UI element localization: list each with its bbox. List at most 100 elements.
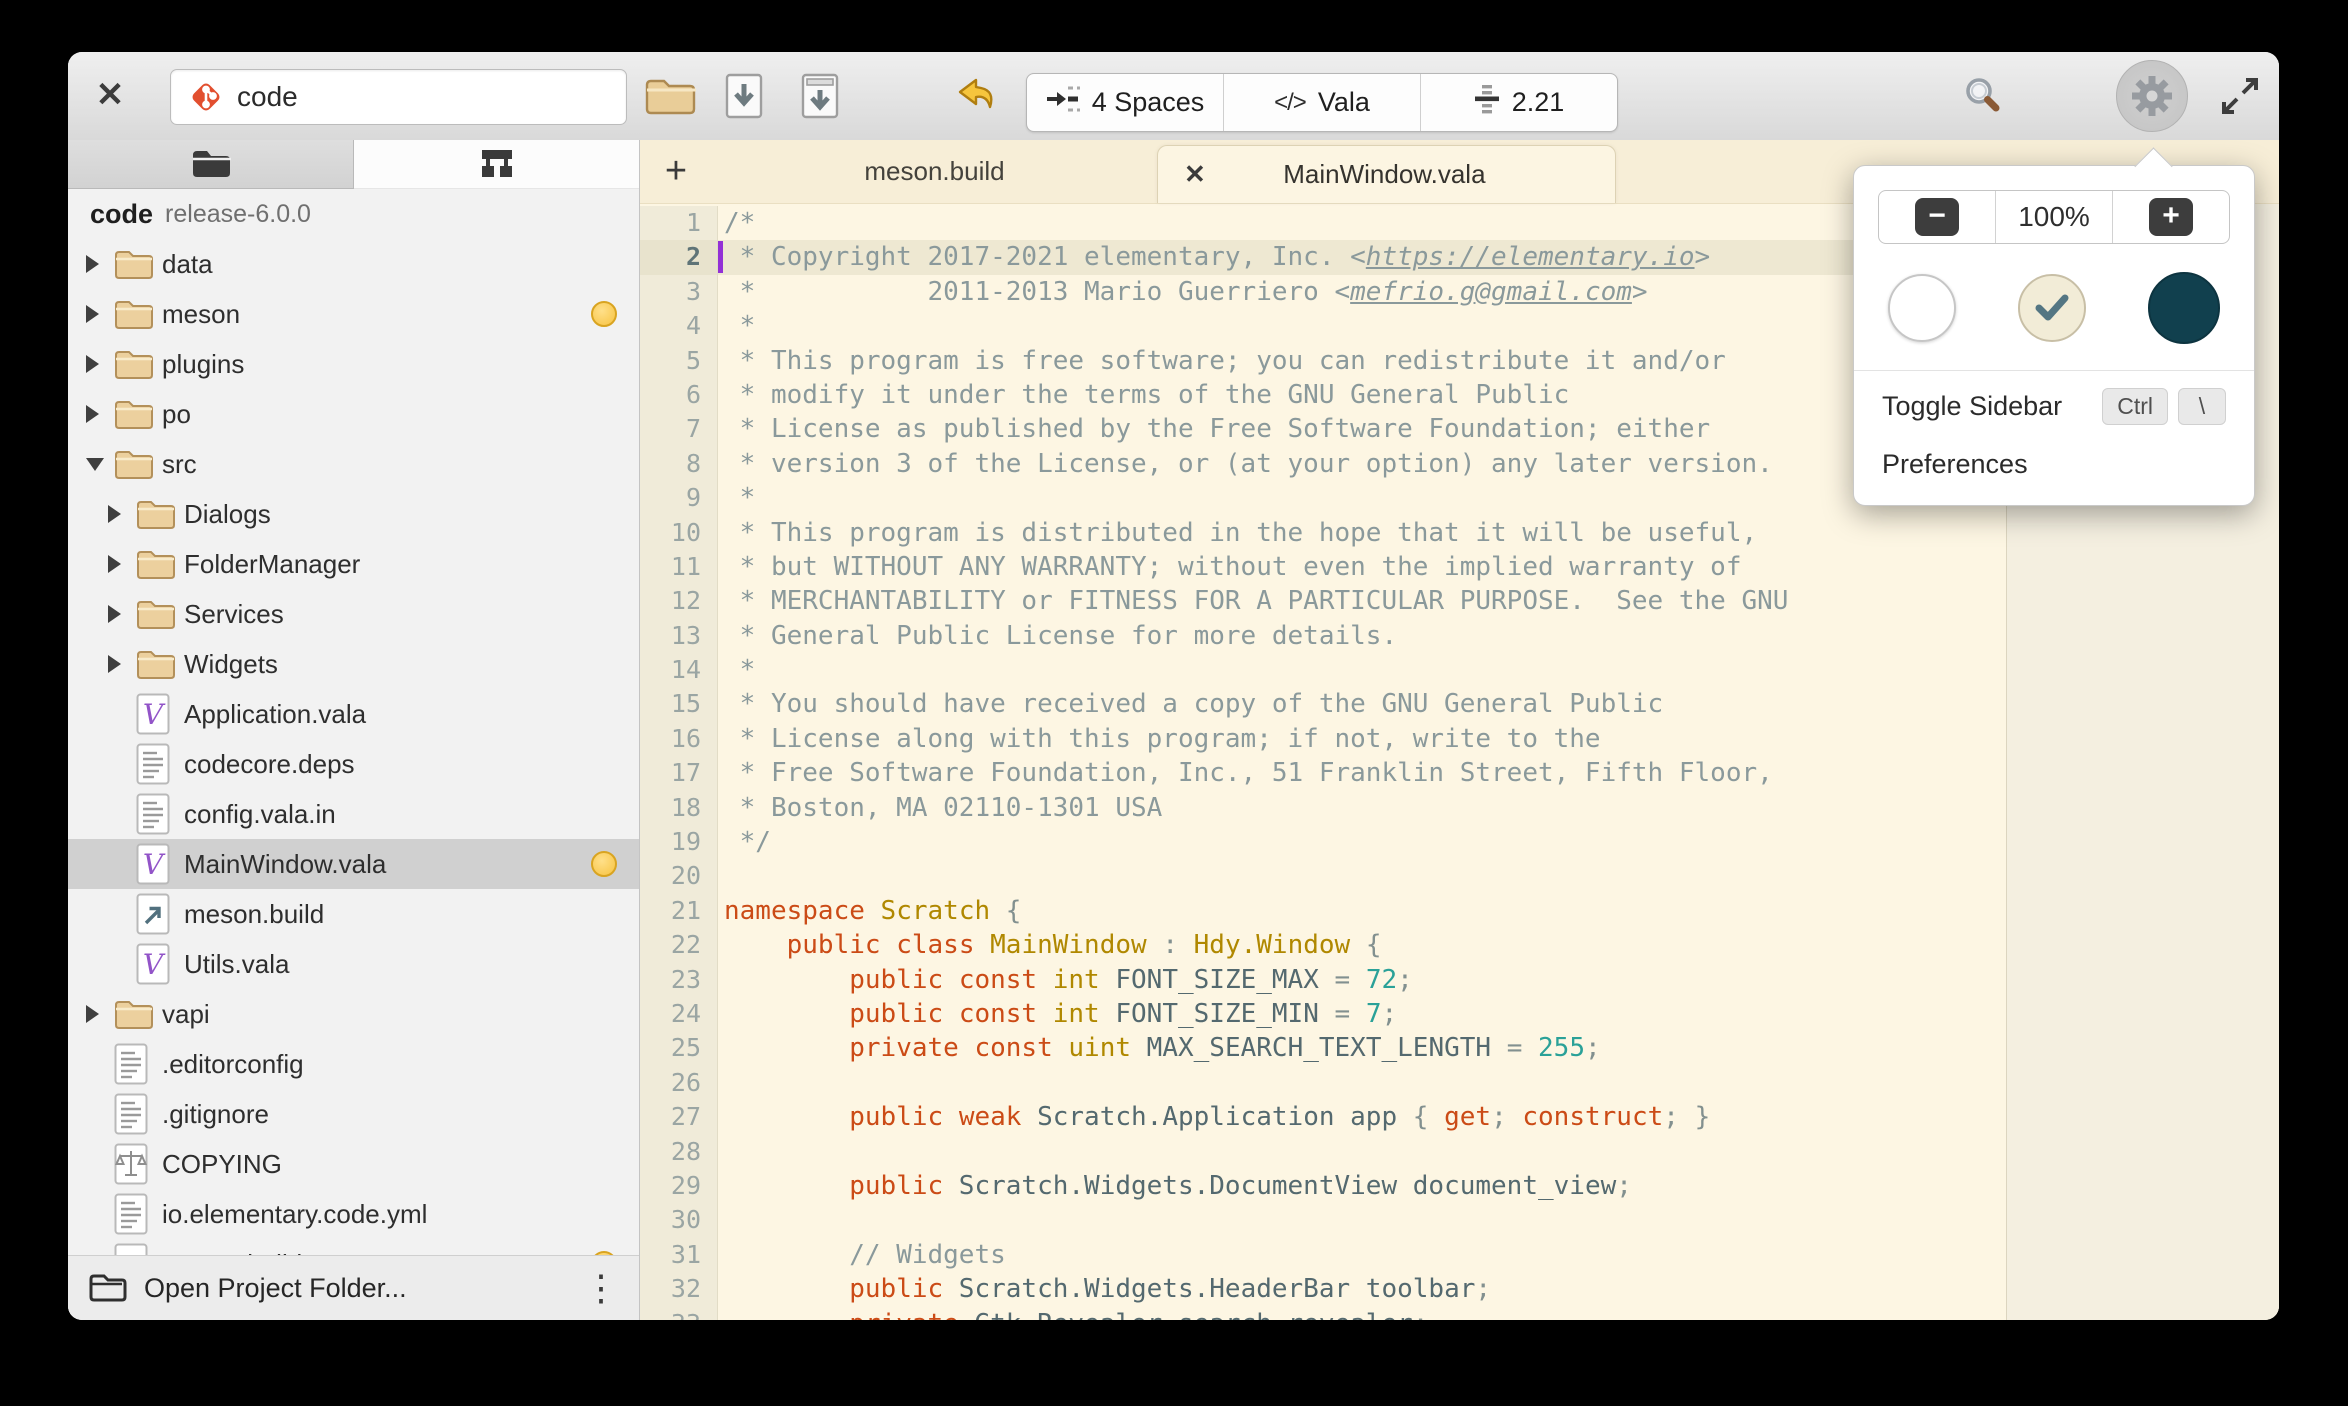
disclosure-triangle-icon[interactable] (86, 255, 114, 273)
tree-row-application-vala[interactable]: VApplication.vala (68, 689, 639, 739)
dark-style-button[interactable] (2148, 272, 2220, 344)
code-line[interactable]: 14 * (640, 653, 2006, 687)
tab-close-button[interactable]: ✕ (1184, 159, 1206, 190)
code-line[interactable]: 19 */ (640, 825, 2006, 859)
code-line[interactable]: 24 public const int FONT_SIZE_MIN = 7; (640, 997, 2006, 1031)
code-line[interactable]: 30 (640, 1203, 2006, 1237)
project-tree-tab[interactable] (354, 140, 639, 189)
tree-row-meson[interactable]: meson (68, 289, 639, 339)
open-file-button[interactable] (642, 72, 698, 120)
preferences-label: Preferences (1882, 449, 2028, 480)
line-number: 11 (640, 550, 718, 584)
search-button[interactable] (1955, 72, 2011, 120)
code-line[interactable]: 32 public Scratch.Widgets.HeaderBar tool… (640, 1272, 2006, 1306)
disclosure-triangle-icon[interactable] (86, 355, 114, 373)
tree-row-copying[interactable]: COPYING (68, 1139, 639, 1189)
tree-row-services[interactable]: Services (68, 589, 639, 639)
tree-row--gitignore[interactable]: .gitignore (68, 1089, 639, 1139)
code-line[interactable]: 20 (640, 859, 2006, 893)
project-root-row[interactable]: code release-6.0.0 (68, 189, 639, 239)
open-project-folder-button[interactable]: Open Project Folder... (144, 1273, 407, 1304)
code-line[interactable]: 16 * License along with this program; if… (640, 722, 2006, 756)
editor-tab-meson-build[interactable]: meson.build (712, 140, 1157, 203)
code-line[interactable]: 31 // Widgets (640, 1238, 2006, 1272)
sidebar-menu-button[interactable]: ⋮ (583, 1270, 619, 1306)
tree-row-plugins[interactable]: plugins (68, 339, 639, 389)
tree-row-vapi[interactable]: vapi (68, 989, 639, 1039)
disclosure-triangle-icon[interactable] (108, 605, 136, 623)
code-line[interactable]: 22 public class MainWindow : Hdy.Window … (640, 928, 2006, 962)
code-line[interactable]: 18 * Boston, MA 02110-1301 USA (640, 791, 2006, 825)
tree-row-meson-build[interactable]: meson.build (68, 889, 639, 939)
line-number: 4 (640, 309, 718, 343)
disclosure-triangle-icon[interactable] (86, 1005, 114, 1023)
disclosure-triangle-icon[interactable] (86, 405, 114, 423)
folder-icon (136, 498, 176, 530)
zoom-level[interactable]: 100% (1996, 191, 2113, 243)
tree-row-data[interactable]: data (68, 239, 639, 289)
code-line[interactable]: 26 (640, 1066, 2006, 1100)
zoom-in-button[interactable]: + (2113, 191, 2229, 243)
tree-row-widgets[interactable]: Widgets (68, 639, 639, 689)
disclosure-triangle-icon[interactable] (86, 458, 114, 471)
code-line[interactable]: 3 * 2011-2013 Mario Guerriero <mefrio.g@… (640, 275, 2006, 309)
code-line[interactable]: 27 public weak Scratch.Application app {… (640, 1100, 2006, 1134)
new-tab-button[interactable]: + (640, 140, 712, 203)
tree-row-meson-build[interactable]: meson.build (68, 1239, 639, 1255)
code-line[interactable]: 1/* (640, 206, 2006, 240)
code-line[interactable]: 13 * General Public License for more det… (640, 619, 2006, 653)
disclosure-triangle-icon[interactable] (86, 305, 114, 323)
code-line[interactable]: 5 * This program is free software; you c… (640, 344, 2006, 378)
tree-row-dialogs[interactable]: Dialogs (68, 489, 639, 539)
code-line[interactable]: 21namespace Scratch { (640, 894, 2006, 928)
sepia-style-button[interactable] (2018, 274, 2086, 342)
disclosure-triangle-icon[interactable] (108, 505, 136, 523)
save-as-button[interactable] (792, 72, 848, 120)
tree-row-utils-vala[interactable]: VUtils.vala (68, 939, 639, 989)
zoom-out-button[interactable]: − (1879, 191, 1996, 243)
code-line[interactable]: 29 public Scratch.Widgets.DocumentView d… (640, 1169, 2006, 1203)
save-button[interactable] (716, 72, 772, 120)
disclosure-triangle-icon[interactable] (108, 555, 136, 573)
fullscreen-button[interactable] (2212, 72, 2268, 120)
undo-button[interactable] (947, 72, 1003, 120)
open-files-tab[interactable] (68, 140, 354, 189)
disclosure-triangle-icon[interactable] (108, 655, 136, 673)
code-line[interactable]: 7 * License as published by the Free Sof… (640, 412, 2006, 446)
tree-row-foldermanager[interactable]: FolderManager (68, 539, 639, 589)
code-line[interactable]: 17 * Free Software Foundation, Inc., 51 … (640, 756, 2006, 790)
line-number: 13 (640, 619, 718, 653)
editor-tab-mainwindow-vala[interactable]: ✕MainWindow.vala (1157, 145, 1616, 203)
tree-row-io-elementary-code-yml[interactable]: io.elementary.code.yml (68, 1189, 639, 1239)
tree-row-src[interactable]: src (68, 439, 639, 489)
window-close-button[interactable]: ✕ (88, 72, 132, 116)
tree-row-codecore-deps[interactable]: codecore.deps (68, 739, 639, 789)
code-line[interactable]: 4 * (640, 309, 2006, 343)
code-line[interactable]: 15 * You should have received a copy of … (640, 687, 2006, 721)
light-style-button[interactable] (1888, 274, 1956, 342)
toggle-sidebar-menu-item[interactable]: Toggle Sidebar Ctrl \ (1854, 377, 2254, 435)
tree-row-mainwindow-vala[interactable]: VMainWindow.vala (68, 839, 639, 889)
code-line[interactable]: 8 * version 3 of the License, or (at you… (640, 447, 2006, 481)
tree-row-po[interactable]: po (68, 389, 639, 439)
tree-row--editorconfig[interactable]: .editorconfig (68, 1039, 639, 1089)
code-line[interactable]: 9 * (640, 481, 2006, 515)
code-line[interactable]: 6 * modify it under the terms of the GNU… (640, 378, 2006, 412)
settings-button[interactable] (2116, 60, 2188, 132)
code-line[interactable]: 33 private Gtk.Revealer search_revealer; (640, 1307, 2006, 1321)
code-line[interactable]: 28 (640, 1135, 2006, 1169)
preferences-menu-item[interactable]: Preferences (1854, 435, 2254, 493)
folder-icon (114, 248, 154, 280)
check-icon (2035, 294, 2069, 322)
indent-width-button[interactable]: 4 Spaces (1027, 74, 1224, 131)
goto-line-button[interactable]: 2.21 (1421, 74, 1617, 131)
code-line[interactable]: 23 public const int FONT_SIZE_MAX = 72; (640, 963, 2006, 997)
code-line[interactable]: 2 * Copyright 2017-2021 elementary, Inc.… (640, 240, 2006, 274)
code-line[interactable]: 11 * but WITHOUT ANY WARRANTY; without e… (640, 550, 2006, 584)
code-line[interactable]: 25 private const uint MAX_SEARCH_TEXT_LE… (640, 1031, 2006, 1065)
code-line[interactable]: 12 * MERCHANTABILITY or FITNESS FOR A PA… (640, 584, 2006, 618)
code-line[interactable]: 10 * This program is distributed in the … (640, 516, 2006, 550)
project-title-field[interactable]: code (170, 69, 627, 125)
language-button[interactable]: </> Vala (1224, 74, 1421, 131)
tree-row-config-vala-in[interactable]: config.vala.in (68, 789, 639, 839)
